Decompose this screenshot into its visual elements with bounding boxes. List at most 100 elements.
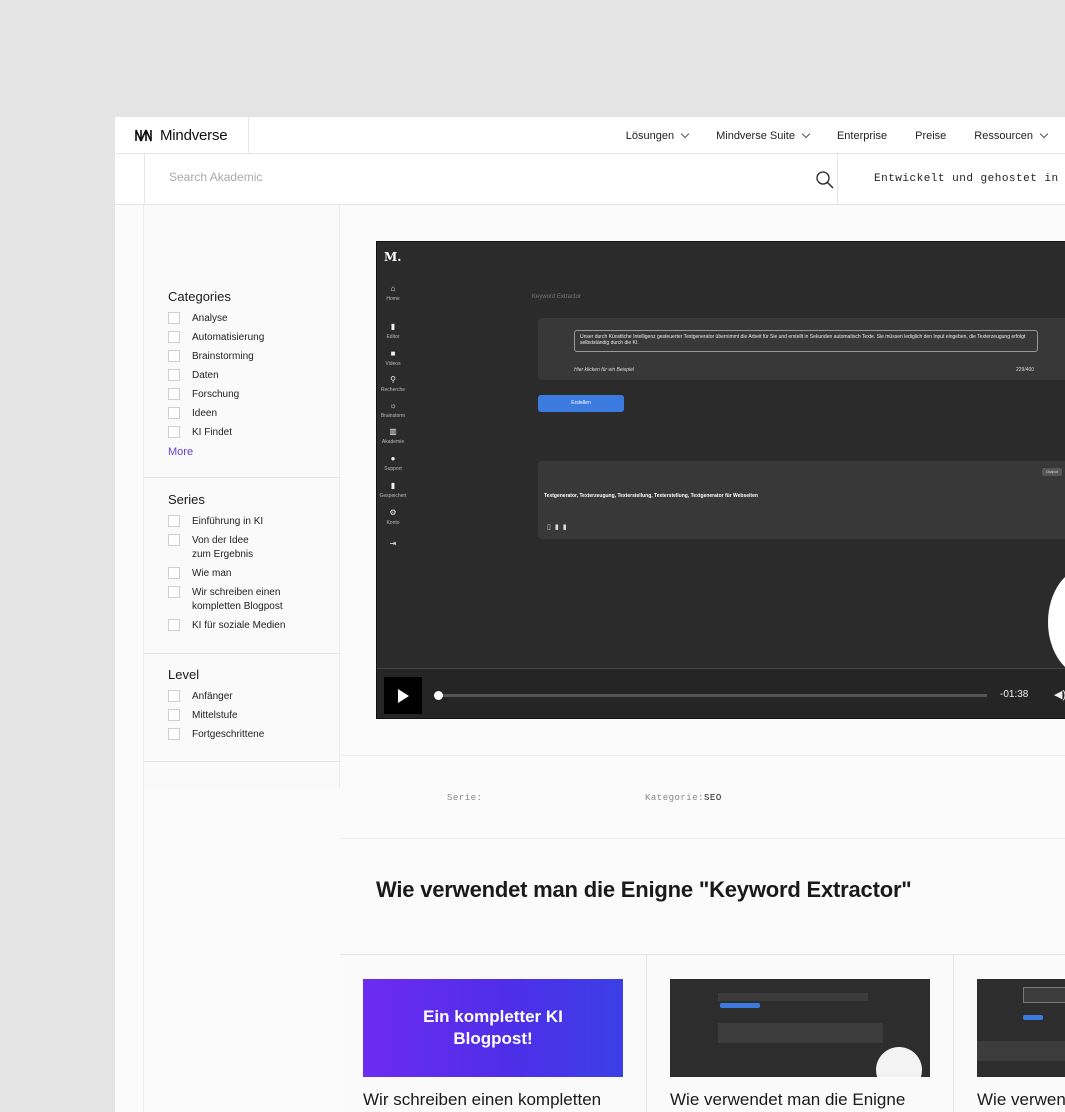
checkbox[interactable]: [168, 534, 180, 546]
app-page-title: Keyword Extractor: [532, 294, 582, 300]
checkbox[interactable]: [168, 312, 180, 324]
nav-item-ressourcen[interactable]: Ressourcen: [974, 129, 1049, 142]
filter-option[interactable]: Daten: [168, 369, 340, 383]
hosted-in-text: Entwickelt und gehostet in: [874, 173, 1059, 185]
thumbnail-text: Ein kompletter KI Blogpost!: [423, 1007, 563, 1048]
filter-option[interactable]: KI für soziale Medien: [168, 619, 340, 633]
nav-item-mindverse-suite[interactable]: Mindverse Suite: [716, 129, 811, 142]
thumbnail-input-preview: [718, 993, 868, 1001]
related-card-title[interactable]: Wir schreiben einen kompletten: [363, 1090, 601, 1110]
volume-icon[interactable]: ◀): [1054, 688, 1065, 701]
checkbox[interactable]: [168, 728, 180, 740]
checkbox[interactable]: [168, 331, 180, 343]
filter-option[interactable]: Anfänger: [168, 690, 340, 704]
checkbox[interactable]: [168, 619, 180, 631]
filter-option[interactable]: Fortgeschrittene: [168, 728, 340, 742]
search-input[interactable]: [169, 166, 729, 188]
filter-group-categories: Categories Analyse Automatisierung Brain…: [144, 289, 340, 478]
main-content: M. ⌂ Home ▮ Editor ■ Videos ⚲ Recherche ☼ Bra…: [340, 205, 1065, 1112]
filter-option[interactable]: Automatisierung: [168, 331, 340, 345]
video-progress-track[interactable]: [437, 694, 987, 697]
filter-group-title: Series: [168, 492, 205, 507]
filter-option[interactable]: Brainstorming: [168, 350, 340, 364]
main-menu: Lösungen Mindverse Suite Enterprise Prei…: [616, 117, 1065, 154]
filter-option-label: Analyse: [192, 313, 228, 324]
filter-option-label: Wie man: [192, 568, 232, 579]
filter-option-label: Von der Idee zum Ergebnis: [192, 535, 254, 560]
filter-option[interactable]: KI Findet: [168, 426, 340, 440]
nav-item-enterprise[interactable]: Enterprise: [837, 130, 887, 142]
nav-label: Enterprise: [836, 129, 888, 142]
app-nav-label: Brainstorm: [380, 413, 406, 419]
nav-item-preise[interactable]: Preise: [915, 130, 946, 142]
app-input-text: Unser durch Künstliche Intelligenz geste…: [574, 330, 1038, 352]
related-card-title[interactable]: Wie verwendet man die Enigne: [670, 1090, 905, 1110]
filter-option-label: Fortgeschrittene: [192, 729, 265, 740]
app-nav-editor: ▮ Editor: [377, 322, 409, 340]
checkbox[interactable]: [168, 586, 180, 598]
filter-option[interactable]: Wie man: [168, 567, 340, 581]
kategorie-label: Kategorie:: [645, 793, 705, 803]
related-thumbnail[interactable]: Ein kompletter KI Blogpost!: [363, 979, 623, 1077]
related-card-title[interactable]: Wie verwen: [977, 1090, 1065, 1110]
filter-option[interactable]: Forschung: [168, 388, 340, 402]
filter-option[interactable]: Einführung in KI: [168, 515, 340, 529]
app-nav-brainstorm: ☼ Brainstorm: [377, 401, 409, 419]
filter-option-label: KI Findet: [192, 427, 233, 438]
filter-option[interactable]: Analyse: [168, 312, 340, 326]
video-remaining-time: -01:38: [1000, 689, 1029, 700]
nav-label: Preise: [915, 129, 947, 142]
filter-sidebar: Categories Analyse Automatisierung Brain…: [144, 205, 340, 788]
checkbox[interactable]: [168, 426, 180, 438]
checkbox[interactable]: [168, 369, 180, 381]
app-output-card: Output Textgenerator, Texterzeugung, Tex…: [538, 461, 1065, 539]
checkbox[interactable]: [168, 388, 180, 400]
app-example-hint: Hier klicken für ein Beispiel: [574, 367, 635, 373]
video-camera-icon: ■: [390, 349, 396, 358]
related-videos: Ein kompletter KI Blogpost! Wir schreibe…: [340, 954, 1065, 1112]
video-meta: Serie: Kategorie:SEO: [340, 755, 1065, 839]
video-progress-handle[interactable]: [434, 691, 443, 700]
video-player[interactable]: M. ⌂ Home ▮ Editor ■ Videos ⚲ Recherche ☼ Bra…: [376, 241, 1065, 719]
page: Mindverse Lösungen Mindverse Suite Enter…: [115, 117, 1065, 1112]
presenter-avatar: [1048, 567, 1065, 677]
home-icon: ⌂: [390, 284, 396, 293]
nav-item-loesungen[interactable]: Lösungen: [625, 129, 690, 142]
video-controls: -01:38 ◀): [377, 668, 1065, 718]
play-button[interactable]: [384, 677, 422, 714]
app-nav-logout: ⇥: [377, 539, 409, 549]
checkbox[interactable]: [168, 690, 180, 702]
more-categories-link[interactable]: More: [168, 446, 340, 458]
app-nav-konto: ⚙ Konto: [377, 508, 409, 526]
kategorie-value[interactable]: SEO: [704, 793, 722, 803]
checkbox[interactable]: [168, 515, 180, 527]
help-icon: ●: [390, 454, 396, 463]
nav-label: Lösungen: [625, 129, 675, 142]
checkbox[interactable]: [168, 709, 180, 721]
related-card[interactable]: Wie verwen: [954, 955, 1065, 1112]
filter-option[interactable]: Mittelstufe: [168, 709, 340, 723]
checkbox[interactable]: [168, 407, 180, 419]
filter-option[interactable]: Wir schreiben einen kompletten Blogpost: [168, 586, 340, 614]
brand-name: Mindverse: [160, 127, 228, 144]
brand-logo[interactable]: Mindverse: [115, 117, 249, 154]
related-card[interactable]: Ein kompletter KI Blogpost! Wir schreibe…: [340, 955, 647, 1112]
related-thumbnail[interactable]: [977, 979, 1065, 1077]
checkbox[interactable]: [168, 350, 180, 362]
search-icon[interactable]: [815, 170, 835, 190]
app-nav-videos: ■ Videos: [377, 349, 409, 367]
app-nav-label: Recherche: [380, 387, 406, 393]
filter-option[interactable]: Ideen: [168, 407, 340, 421]
top-navigation: Mindverse Lösungen Mindverse Suite Enter…: [115, 117, 1065, 154]
serie-meta: Serie:: [447, 793, 482, 803]
filter-group-title: Categories: [168, 289, 231, 304]
video-headline: Wie verwendet man die Enigne "Keyword Ex…: [376, 877, 912, 902]
filter-option[interactable]: Von der Idee zum Ergebnis: [168, 534, 340, 562]
logout-icon: ⇥: [389, 539, 397, 548]
related-thumbnail[interactable]: [670, 979, 930, 1077]
app-nav-recherche: ⚲ Recherche: [377, 375, 409, 393]
app-nav-support: ● Support: [377, 454, 409, 472]
search-icon: ⚲: [390, 375, 396, 384]
checkbox[interactable]: [168, 567, 180, 579]
related-card[interactable]: Wie verwendet man die Enigne: [647, 955, 954, 1112]
